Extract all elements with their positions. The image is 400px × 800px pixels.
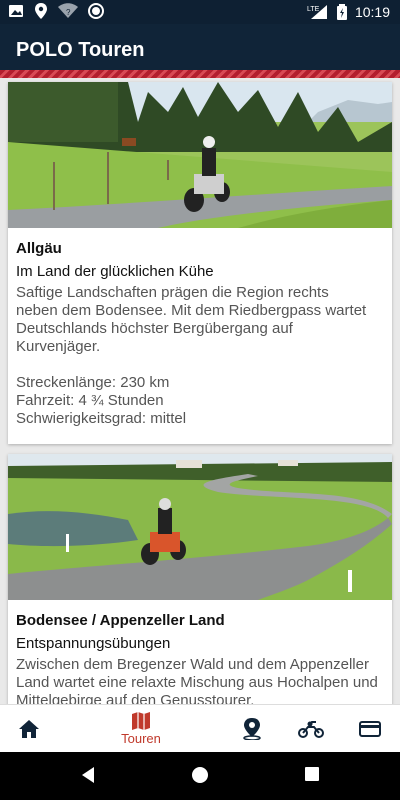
tour-description: Zwischen dem Bregenzer Wald und dem Appe…	[16, 656, 378, 704]
decorative-stripe	[0, 70, 400, 78]
status-time: 10:19	[354, 4, 390, 20]
tour-description: Saftige Landschaften prägen die Region r…	[16, 284, 367, 355]
app-bar: POLO Touren	[0, 24, 400, 76]
tour-list[interactable]: Allgäu Im Land der glücklichen Kühe Saft…	[0, 78, 400, 704]
status-bar: ? LTE 10:19	[0, 0, 400, 24]
nav-location[interactable]	[230, 705, 274, 753]
tour-image-allgaeu	[8, 82, 392, 228]
network-label: LTE	[307, 6, 320, 13]
page-title: POLO Touren	[16, 39, 145, 61]
tour-name: Bodensee / Appenzeller Land	[16, 612, 225, 629]
nav-home[interactable]	[6, 705, 52, 753]
tour-length: Streckenlänge: 230 km	[16, 374, 170, 391]
tour-difficulty: Schwierigkeitsgrad: mittel	[16, 410, 187, 427]
tour-photo-motorcycle-meadow	[8, 82, 392, 228]
nav-tours-label: Touren	[121, 731, 161, 746]
tour-card-allgaeu[interactable]: Allgäu Im Land der glücklichen Kühe Saft…	[8, 82, 392, 444]
signal-icon: LTE	[307, 5, 327, 19]
tour-duration: Fahrzeit: 4 ¾ Stunden	[16, 392, 164, 409]
tour-image-bodensee	[8, 454, 392, 600]
person-pin-icon	[243, 718, 261, 740]
motorcycle-icon	[298, 721, 324, 738]
tour-photo-lake-road	[8, 454, 392, 600]
recents-button-icon[interactable]	[304, 766, 320, 782]
image-notification-icon	[9, 5, 23, 17]
svg-text:?: ?	[66, 8, 71, 17]
nav-card[interactable]	[348, 705, 392, 753]
back-button-icon[interactable]	[80, 766, 96, 784]
home-button-icon[interactable]	[191, 766, 209, 784]
wifi-icon: ?	[58, 3, 78, 18]
system-navigation-bar	[0, 752, 400, 800]
tour-card-bodensee[interactable]: Bodensee / Appenzeller Land Entspannungs…	[8, 454, 392, 704]
bottom-navigation: Touren	[0, 704, 400, 752]
tour-name: Allgäu	[16, 240, 62, 257]
tour-subtitle: Entspannungsübungen	[16, 635, 171, 652]
nav-motorcycle[interactable]	[288, 705, 334, 753]
nav-tours[interactable]: Touren	[112, 705, 170, 753]
tour-subtitle: Im Land der glücklichen Kühe	[16, 263, 214, 280]
location-icon	[35, 3, 47, 19]
credit-card-icon	[359, 721, 381, 737]
map-icon	[132, 712, 150, 730]
record-icon	[88, 3, 104, 19]
battery-icon	[336, 4, 347, 20]
home-icon	[19, 720, 39, 738]
